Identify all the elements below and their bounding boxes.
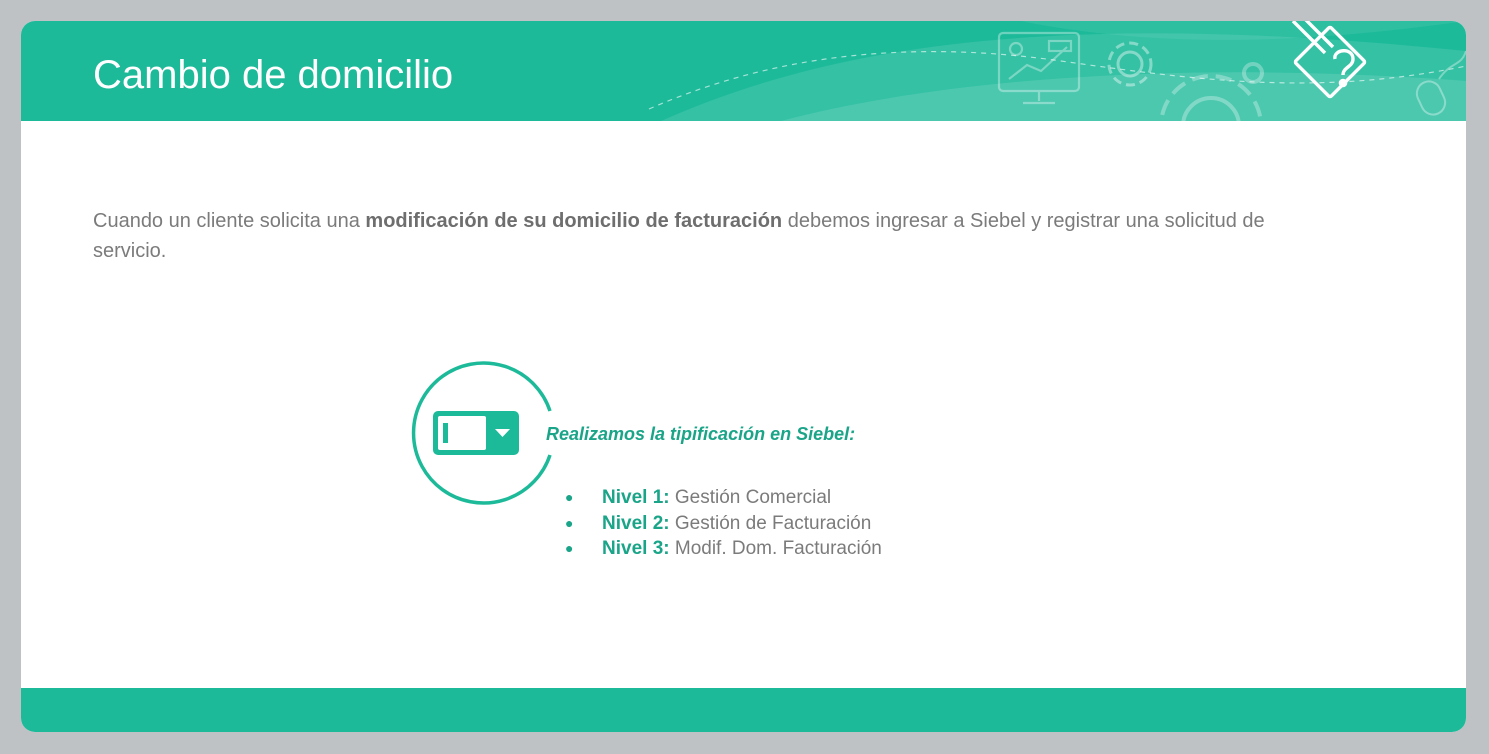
bullet-icon: ● — [565, 540, 574, 556]
footer-bar — [21, 688, 1466, 732]
intro-text-emphasis: modificación de su domicilio de facturac… — [365, 210, 783, 232]
level-label: Nivel 2: — [602, 512, 670, 534]
list-item: ● Nivel 3: Modif. Dom. Facturación — [561, 536, 882, 562]
intro-paragraph: Cuando un cliente solicita una modificac… — [93, 206, 1273, 266]
intro-text-start: Cuando un cliente solicita una — [93, 210, 366, 232]
level-value: Gestión de Facturación — [674, 512, 872, 534]
slide: Cambio de domicilio Cuando un cliente so… — [21, 21, 1466, 732]
level-value: Modif. Dom. Facturación — [674, 538, 882, 559]
list-item: ● Nivel 2: Gestión de Facturación — [561, 511, 882, 537]
bullet-icon: ● — [565, 514, 574, 531]
level-label: Nivel 1: — [602, 487, 670, 508]
dropdown-field-icon — [411, 361, 552, 505]
header-banner: Cambio de domicilio — [21, 21, 1466, 121]
level-label: Nivel 3: — [602, 538, 670, 559]
bullet-icon: ● — [565, 489, 574, 505]
levels-list: ● Nivel 1: Gestión Comercial ● Nivel 2: … — [561, 485, 882, 562]
page-title: Cambio de domicilio — [93, 53, 454, 97]
list-item: ● Nivel 1: Gestión Comercial — [561, 485, 882, 511]
level-value: Gestión Comercial — [674, 487, 832, 508]
callout-heading: Realizamos la tipificación en Siebel: — [546, 424, 856, 444]
